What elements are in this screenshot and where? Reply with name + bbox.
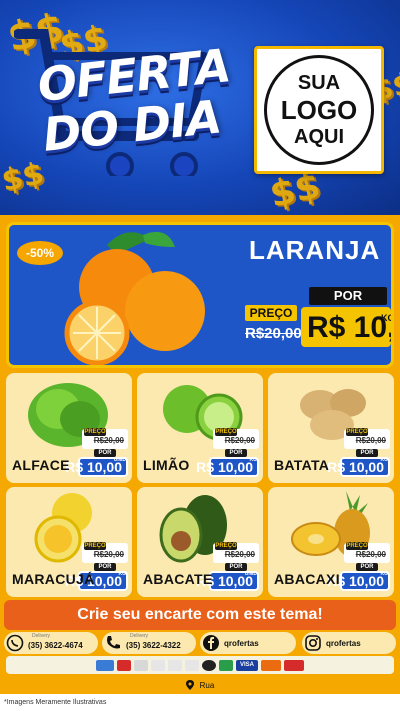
new-price-label: POR xyxy=(356,563,378,571)
logo-text-3: AQUI xyxy=(294,126,344,148)
logo-ring: SUA LOGO AQUI xyxy=(264,55,374,165)
card-icon xyxy=(219,659,233,671)
product-name: ALFACE xyxy=(12,457,70,473)
contact-whatsapp[interactable]: Delivery (35) 3622-4674 xyxy=(4,632,98,654)
contact-value: (35) 3622-4674 xyxy=(28,641,83,650)
price-unit: KG xyxy=(381,313,394,323)
product-card[interactable]: PREÇO R$20,00 POR R$ 10,00 KG MARACUJÁ xyxy=(6,487,132,597)
logo-placeholder: SUA LOGO AQUI xyxy=(254,46,384,174)
new-price-label: POR xyxy=(225,563,247,571)
contact-facebook[interactable]: qrofertas xyxy=(200,632,296,654)
contact-value: qrofertas xyxy=(326,638,361,648)
price-unit: KG xyxy=(249,457,258,463)
card-icon xyxy=(202,659,216,671)
new-price-label: POR xyxy=(225,449,247,457)
card-icon xyxy=(168,659,182,671)
card-icon xyxy=(96,659,114,671)
card-icon xyxy=(117,659,131,671)
new-price-label: POR xyxy=(309,287,387,305)
new-price-label: POR xyxy=(94,563,116,571)
new-price: R$ 10,00 xyxy=(327,459,384,475)
product-name: ABACATE xyxy=(143,571,213,587)
old-price: R$20,00 xyxy=(245,325,302,342)
old-price-label: PREÇO xyxy=(215,428,237,436)
contact-value: (35) 3622-4322 xyxy=(126,641,181,650)
disclaimer: *Imagens Meramente Ilustrativas xyxy=(0,694,400,711)
product-card[interactable]: PREÇO R$20,00 POR R$ 10,00 KG ABACAXI xyxy=(268,487,394,597)
product-grid: PREÇO R$20,00 POR R$ 10,00 UNID ALFACE P… xyxy=(6,373,394,597)
contact-label: Delivery xyxy=(130,633,149,639)
facebook-icon xyxy=(203,635,219,651)
instagram-icon xyxy=(305,635,321,651)
new-price-label: POR xyxy=(94,449,116,457)
card-icon xyxy=(134,659,148,671)
address: Rua xyxy=(0,676,400,694)
header-banner: $$ $$ $$ $$ $$ OFERTA DO DIA SUA LOGO AQ… xyxy=(0,0,400,215)
old-price: R$20,00 xyxy=(224,550,255,559)
old-price-label: PREÇO xyxy=(215,542,237,550)
old-price: R$20,00 xyxy=(355,550,386,559)
visa-card-icon: VISA xyxy=(236,659,258,671)
product-card[interactable]: PREÇO R$20,00 POR R$ 10,00 KG LIMÃO xyxy=(137,373,263,483)
old-price-label: PREÇO xyxy=(84,428,106,436)
new-price-label: POR xyxy=(356,449,378,457)
page-title: OFERTA DO DIA xyxy=(35,38,237,162)
product-name: ABACAXI xyxy=(274,571,340,587)
price-unit: KG xyxy=(118,571,127,577)
payment-methods: VISA xyxy=(6,656,394,674)
card-icon xyxy=(185,659,199,671)
old-price: R$20,00 xyxy=(93,550,124,559)
logo-text-2: LOGO xyxy=(280,95,358,125)
old-price-label: PREÇO xyxy=(346,542,368,550)
price-unit: KG xyxy=(380,571,389,577)
old-price-label: PREÇO xyxy=(245,305,297,321)
old-price: R$20,00 xyxy=(355,436,386,445)
card-icon xyxy=(151,659,165,671)
contact-label: Delivery xyxy=(32,633,51,639)
product-name: LARANJA xyxy=(249,235,381,265)
old-price: R$20,00 xyxy=(93,436,124,445)
product-card[interactable]: PREÇO R$20,00 POR R$ 10,00 UNID ALFACE xyxy=(6,373,132,483)
old-price-label: PREÇO xyxy=(346,428,368,436)
old-price-label: PREÇO xyxy=(84,542,106,550)
product-name: MARACUJÁ xyxy=(12,571,95,587)
price-unit: UNID xyxy=(113,457,126,463)
cta-button[interactable]: Crie seu encarte com este tema! xyxy=(4,600,396,630)
product-name: LIMÃO xyxy=(143,457,190,473)
contact-value: qrofertas xyxy=(224,638,259,648)
address-text: Rua xyxy=(199,680,215,690)
new-price: R$ 10,00 xyxy=(196,459,253,475)
contact-instagram[interactable]: qrofertas xyxy=(302,632,396,654)
whatsapp-icon xyxy=(6,634,24,652)
logo-text-1: SUA xyxy=(297,72,341,94)
featured-product[interactable]: -50% LARANJA PREÇO R$20,00 POR R$ 10,00 … xyxy=(6,222,394,368)
product-card[interactable]: PREÇO R$20,00 POR R$ 10,00 KG BATATA xyxy=(268,373,394,483)
location-pin-icon xyxy=(185,680,194,690)
orange-image xyxy=(64,231,205,365)
product-name: BATATA xyxy=(274,457,330,473)
old-price: R$20,00 xyxy=(224,436,255,445)
mastercard-icon xyxy=(261,659,281,671)
price-unit: UNID xyxy=(244,571,257,577)
phone-icon xyxy=(107,636,120,649)
product-card[interactable]: PREÇO R$20,00 POR R$ 10,00 UNID ABACATE xyxy=(137,487,263,597)
price-unit: KG xyxy=(380,457,389,463)
contact-phone[interactable]: Delivery (35) 3622-4322 xyxy=(102,632,196,654)
card-icon xyxy=(284,659,304,671)
